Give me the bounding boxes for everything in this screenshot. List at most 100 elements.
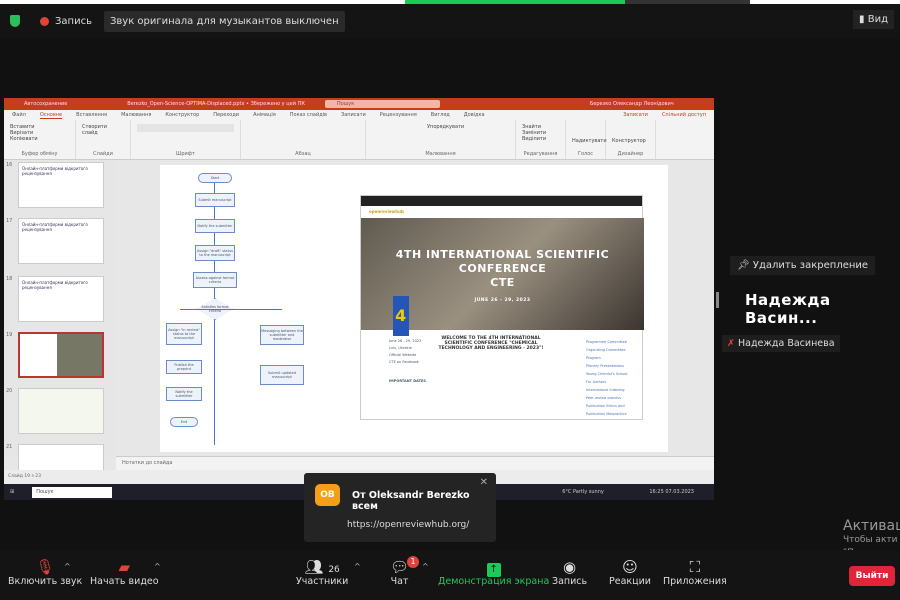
ppt-ribbon: Вставити Вирізати Копіювати Буфер обміну… — [4, 120, 714, 160]
original-sound-banner: Звук оригинала для музыкантов выключен — [103, 10, 345, 32]
reactions-label: Реакции — [609, 576, 651, 587]
ribbon-tab[interactable]: Малювання — [121, 112, 151, 118]
event-info: June 26 - 29, 2023 Lviv, Ukraine Official … — [389, 339, 426, 383]
participants-button[interactable]: 👥︎ 26 Участники ^ — [296, 558, 361, 587]
flow-node: Publish the preprint — [166, 360, 202, 374]
leave-button[interactable]: Выйти — [849, 566, 895, 586]
taskbar-search[interactable]: Пошук — [32, 486, 113, 498]
slide-thumbnail[interactable]: Онлайн-платформи відкритого рецензування — [18, 218, 104, 264]
unmute-button[interactable]: 🎙︎ Включить звук ^ — [8, 558, 82, 587]
video-off-icon: ▰ — [118, 558, 131, 576]
share-button[interactable]: Спільний доступ — [662, 112, 706, 118]
flow-node: Notify the submitter — [166, 387, 202, 401]
ribbon-tab[interactable]: Файл — [12, 112, 26, 118]
thumb-title: Онлайн-платформи відкритого рецензування — [22, 280, 88, 290]
chat-badge: 1 — [407, 556, 419, 568]
slide-thumbnail[interactable]: Онлайн-платформи відкритого рецензування — [18, 276, 104, 322]
chat-sender: От Oleksandr Berezko всем — [352, 490, 470, 512]
share-screen-button[interactable]: ↑ Демонстрация экрана — [438, 558, 549, 587]
slide-thumbnail[interactable]: Онлайн-платформи відкритого рецензування — [18, 162, 104, 208]
share-screen-icon: ↑ — [438, 558, 549, 577]
slide-thumbnail-selected[interactable] — [18, 332, 104, 378]
group-label: Редагування — [523, 151, 558, 157]
apps-button[interactable]: ⛶ Приложения — [663, 558, 727, 587]
arrange-button[interactable]: Упорядкувати — [427, 124, 509, 130]
unpin-button[interactable]: 📌︎ Удалить закрепление — [730, 256, 876, 275]
chat-button[interactable]: 💬︎ 1 Чат ^ — [390, 556, 429, 587]
font-group: Шрифт — [131, 120, 241, 159]
flow-node: Assign "draft" status to the manuscript — [195, 245, 235, 261]
muted-mic-icon: 🎙︎ — [35, 558, 55, 576]
chevron-up-icon[interactable]: ^ — [422, 562, 429, 571]
view-button[interactable]: ▮ Вид — [853, 10, 894, 29]
ribbon-tab[interactable]: Довідка — [464, 112, 485, 118]
chat-message[interactable]: https://openreviewhub.org/ — [347, 520, 469, 530]
flow-node: Assign "in review" status to the manuscr… — [166, 323, 202, 345]
clipboard-group: Вставити Вирізати Копіювати Буфер обміну — [4, 120, 76, 159]
clock: 16:25 07.03.2023 — [649, 489, 694, 495]
group-label: Шрифт — [176, 151, 195, 157]
copy-button[interactable]: Копіювати — [10, 136, 69, 142]
ribbon-tab-home[interactable]: Основне — [39, 112, 63, 119]
weather: 6°C Partly sunny — [562, 489, 604, 495]
current-slide[interactable]: Start Submit manuscript Notify the submi… — [160, 165, 668, 452]
hero-title: 4TH INTERNATIONAL SCIENTIFIC — [395, 248, 610, 261]
autosave-toggle[interactable]: Автосохранение — [24, 101, 67, 107]
thumb-number: 19 — [6, 332, 13, 338]
chat-notification[interactable]: OB От Oleksandr Berezko всем https://ope… — [304, 473, 496, 542]
record-button[interactable]: ◉ Запись — [552, 558, 587, 587]
shield-icon[interactable] — [10, 15, 20, 27]
font-select[interactable] — [137, 124, 234, 132]
thumb-title: Онлайн-платформи відкритого рецензування — [22, 166, 88, 176]
ribbon-tab[interactable]: Переходи — [213, 112, 239, 118]
group-label: Буфер обміну — [21, 151, 58, 157]
designer-button[interactable]: Конструктор — [612, 138, 649, 144]
slides-group: Створити слайд Слайди — [76, 120, 131, 159]
chevron-up-icon[interactable]: ^ — [154, 562, 161, 571]
unmute-label: Включить звук — [8, 576, 83, 587]
chevron-up-icon[interactable]: ^ — [354, 562, 361, 571]
flow-node: Start — [198, 173, 232, 183]
select-button[interactable]: Виділити — [522, 136, 559, 142]
pin-icon: 📌︎ — [737, 260, 753, 271]
site-logo: openreviewhub — [369, 209, 404, 214]
ribbon-tab[interactable]: Анімація — [253, 112, 276, 118]
ribbon-tab[interactable]: Конструктор — [165, 112, 199, 118]
ribbon-tab[interactable]: Вигляд — [431, 112, 450, 118]
flow-node: Submit updated manuscript — [260, 365, 304, 385]
ribbon-tab[interactable]: Вставлення — [76, 112, 107, 118]
participants-count: 26 — [328, 565, 340, 575]
meeting-toolbar: 🎙︎ Включить звук ^ ▰ Начать видео ^ 👥︎ 26 Уча… — [0, 550, 900, 600]
reactions-button[interactable]: ☺ Реакции — [609, 558, 651, 587]
windows-start-icon[interactable]: ⊞ — [10, 489, 14, 495]
close-icon[interactable]: ✕ — [480, 477, 488, 488]
dictate-button[interactable]: Надиктувати — [572, 138, 607, 144]
designer-group: Конструктор Дизайнер — [606, 120, 656, 159]
important-dates: IMPORTANT DATES — [389, 379, 426, 383]
slide-notes[interactable]: Нотатки до слайда — [116, 456, 714, 470]
ppt-titlebar: Автосохранение Berezko_Open-Science-OPTI… — [4, 98, 714, 110]
slide-thumbnail[interactable] — [18, 388, 104, 434]
flow-node: Messaging between the submitter and mode… — [260, 325, 304, 345]
ribbon-tab[interactable]: Записати — [341, 112, 366, 118]
new-slide-button[interactable]: Створити слайд — [82, 124, 124, 136]
site-links: Programme Committee Organizing Committee P… — [586, 340, 628, 416]
record-button[interactable]: Записати — [623, 112, 648, 118]
ribbon-tab[interactable]: Показ слайдів — [290, 112, 327, 118]
group-label: Дизайнер — [617, 151, 644, 157]
participant-name-tag: ✗ Надежда Васинева — [722, 335, 840, 352]
group-label: Абзац — [295, 151, 311, 157]
panel-resize-handle[interactable] — [716, 292, 719, 308]
muted-mic-icon: ✗ — [727, 338, 738, 349]
editing-group: Знайти Замінити Виділити Редагування — [516, 120, 566, 159]
website-screenshot: openreviewhub 4TH INTERNATIONAL SCIENTIF… — [360, 195, 644, 420]
slide-thumbnails[interactable]: 16 Онлайн-платформи відкритого рецензува… — [4, 160, 116, 490]
ppt-search[interactable]: Пошук — [324, 100, 440, 108]
group-label: Голос — [577, 151, 594, 157]
start-video-button[interactable]: ▰ Начать видео ^ — [90, 558, 161, 587]
ribbon-tab[interactable]: Рецензування — [380, 112, 417, 118]
group-label: Слайди — [93, 151, 113, 157]
chevron-up-icon[interactable]: ^ — [64, 562, 71, 571]
meeting-topbar: Запись Звук оригинала для музыкантов вык… — [0, 4, 900, 38]
cte-logo: 4 — [393, 296, 409, 336]
